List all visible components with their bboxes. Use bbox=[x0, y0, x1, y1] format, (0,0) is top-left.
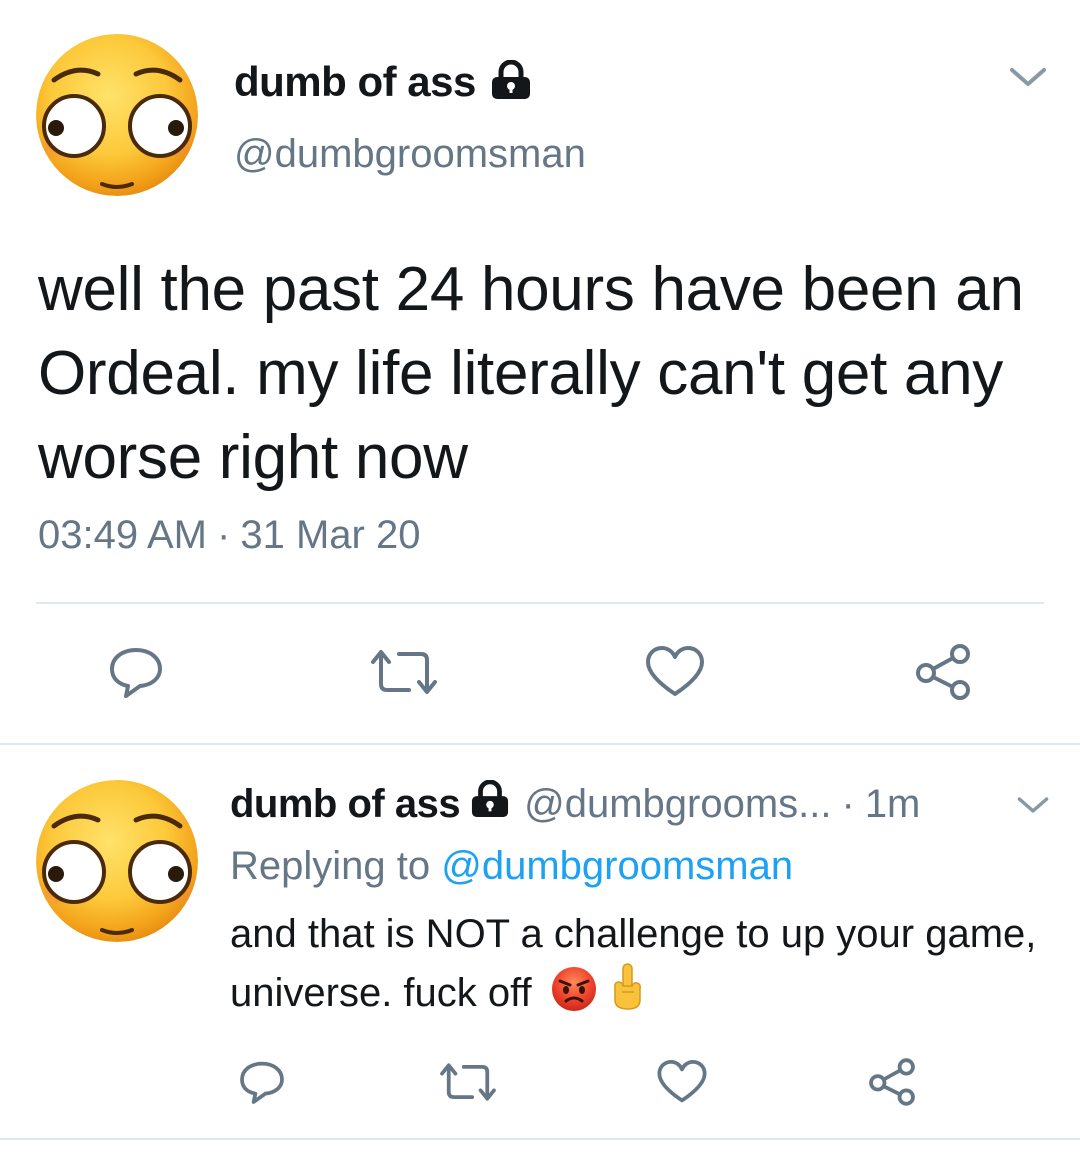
author-row[interactable]: dumb of ass bbox=[234, 58, 532, 106]
avatar[interactable] bbox=[36, 34, 198, 196]
reply-author-row[interactable]: dumb of ass @dumbgrooms... · 1m bbox=[230, 779, 921, 828]
share-icon[interactable] bbox=[864, 1054, 920, 1110]
main-tweet: dumb of ass @dumbgroomsman well the past… bbox=[0, 0, 1080, 745]
tweet-time: 1m bbox=[864, 781, 921, 826]
divider bbox=[0, 743, 1080, 745]
tweet-text: well the past 24 hours have been an Orde… bbox=[38, 255, 1024, 492]
reply-icon[interactable] bbox=[234, 1054, 290, 1110]
divider bbox=[0, 1138, 1080, 1140]
tweet-date: 31 Mar 20 bbox=[240, 513, 421, 557]
like-icon[interactable] bbox=[642, 640, 708, 704]
lock-icon bbox=[490, 59, 532, 105]
retweet-icon[interactable] bbox=[366, 640, 442, 704]
avatar[interactable] bbox=[36, 780, 198, 942]
retweet-icon[interactable] bbox=[436, 1054, 500, 1110]
reply-icon[interactable] bbox=[104, 640, 168, 704]
author-handle[interactable]: @dumbgrooms... bbox=[524, 782, 831, 827]
like-icon[interactable] bbox=[654, 1054, 710, 1110]
replying-to-label: Replying to bbox=[230, 844, 431, 888]
tweet-time: 03:49 AM bbox=[38, 513, 208, 557]
lock-icon bbox=[470, 779, 510, 828]
chevron-down-icon[interactable] bbox=[1016, 792, 1050, 818]
replying-to: Replying to @dumbgroomsman bbox=[230, 844, 793, 889]
timestamp-separator: · bbox=[217, 513, 231, 557]
chevron-down-icon[interactable] bbox=[1008, 62, 1048, 92]
reply-text-block: and that is NOT a challenge to up your g… bbox=[230, 906, 1050, 1027]
replying-to-mention[interactable]: @dumbgroomsman bbox=[441, 844, 793, 888]
timestamp-separator: · bbox=[841, 781, 855, 826]
middle-finger-emoji bbox=[610, 962, 644, 1027]
author-name[interactable]: dumb of ass bbox=[234, 58, 476, 106]
divider bbox=[36, 602, 1044, 604]
author-name[interactable]: dumb of ass bbox=[230, 782, 461, 827]
angry-face-emoji bbox=[551, 966, 597, 1027]
tweet-timestamp: 03:49 AM · 31 Mar 20 bbox=[38, 513, 420, 558]
share-icon[interactable] bbox=[910, 640, 976, 704]
author-handle[interactable]: @dumbgroomsman bbox=[234, 132, 586, 177]
